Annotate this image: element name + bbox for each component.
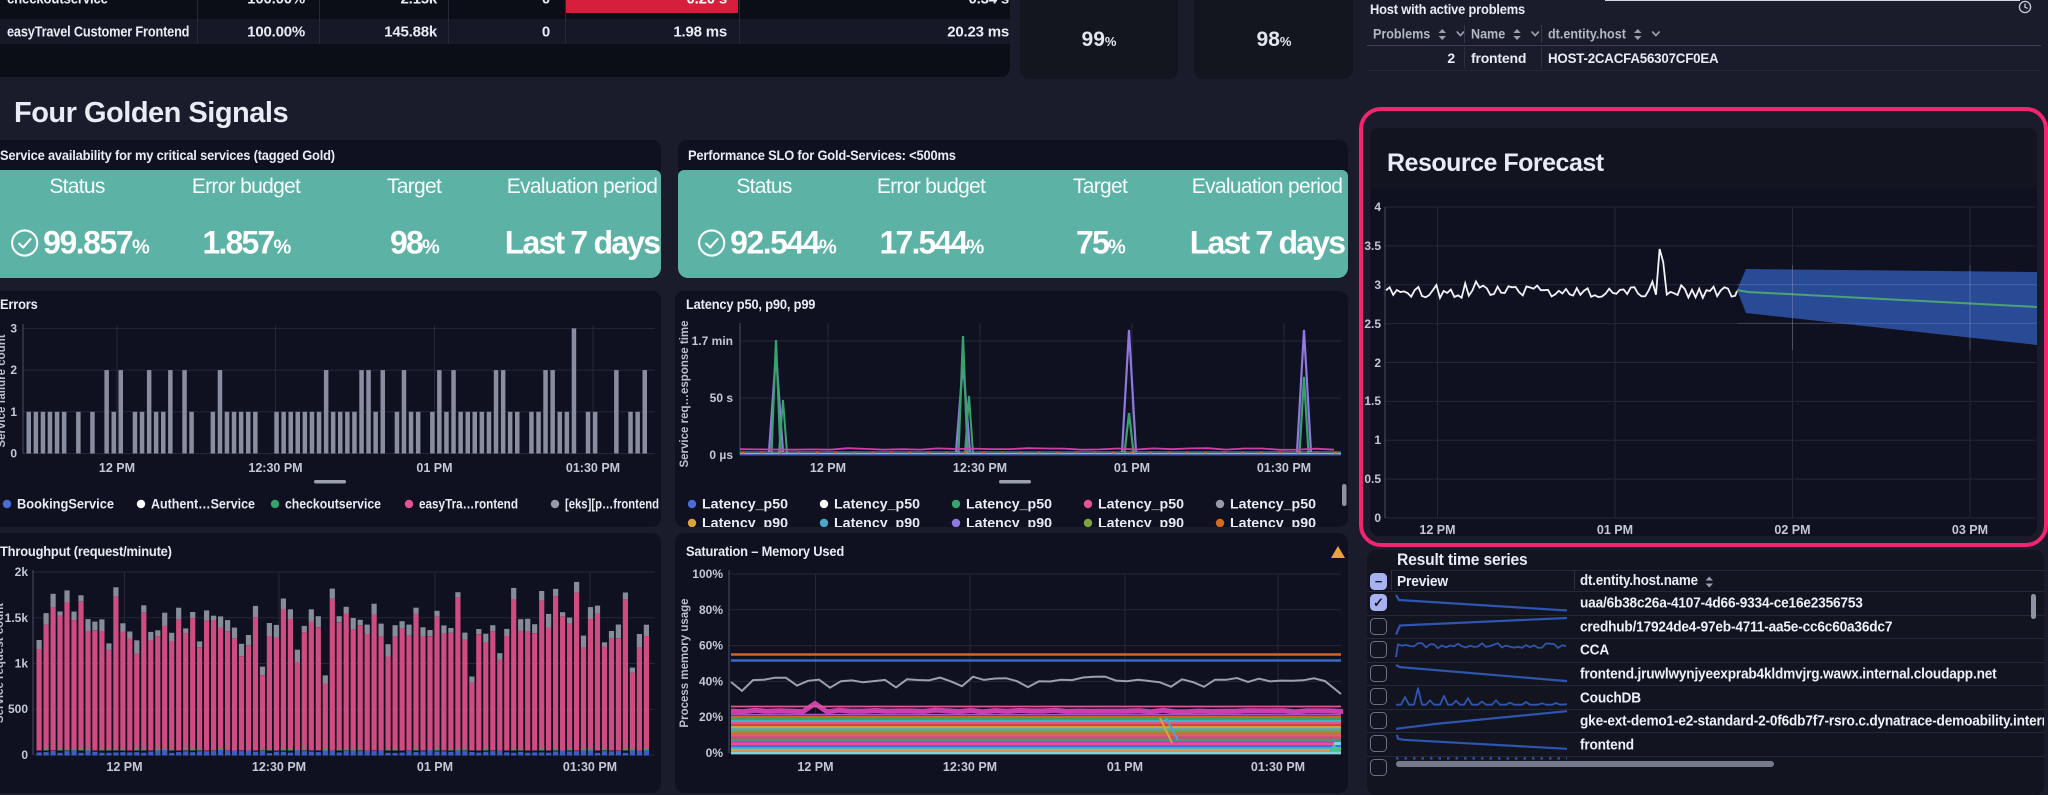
svg-text:50 s: 50 s xyxy=(710,391,734,405)
svg-text:01 PM: 01 PM xyxy=(416,461,452,475)
svg-text:Latency_p90: Latency_p90 xyxy=(702,516,788,528)
svg-text:12:30 PM: 12:30 PM xyxy=(953,461,1007,475)
svg-text:Latency_p50: Latency_p50 xyxy=(1098,497,1184,512)
svg-text:1.7 min: 1.7 min xyxy=(692,334,733,348)
svg-text:500: 500 xyxy=(8,702,28,716)
svg-text:1k: 1k xyxy=(15,657,29,671)
svg-text:Latency_p90: Latency_p90 xyxy=(1098,516,1184,528)
svg-text:[eks][p…frontend: [eks][p…frontend xyxy=(565,497,659,512)
svg-text:01 PM: 01 PM xyxy=(1107,760,1143,774)
svg-text:Latency_p50: Latency_p50 xyxy=(1230,497,1316,512)
svg-text:0: 0 xyxy=(21,748,28,762)
svg-text:2k: 2k xyxy=(15,565,29,579)
svg-text:Latency_p90: Latency_p90 xyxy=(834,516,920,528)
svg-text:01 PM: 01 PM xyxy=(1597,523,1633,536)
svg-text:3: 3 xyxy=(10,321,17,335)
svg-text:80%: 80% xyxy=(699,603,723,617)
svg-text:0 µs: 0 µs xyxy=(709,448,733,462)
svg-text:Latency_p50: Latency_p50 xyxy=(834,497,920,512)
svg-text:12:30 PM: 12:30 PM xyxy=(252,760,306,774)
svg-text:01 PM: 01 PM xyxy=(1114,461,1150,475)
svg-text:easyTra…rontend: easyTra…rontend xyxy=(419,497,518,512)
svg-text:1.5k: 1.5k xyxy=(5,611,29,625)
svg-text:12 PM: 12 PM xyxy=(99,461,135,475)
svg-text:40%: 40% xyxy=(699,674,723,688)
svg-text:01:30 PM: 01:30 PM xyxy=(1251,760,1305,774)
svg-text:12 PM: 12 PM xyxy=(1419,523,1455,536)
svg-text:01 PM: 01 PM xyxy=(417,760,453,774)
svg-text:1: 1 xyxy=(10,405,17,419)
svg-text:01:30 PM: 01:30 PM xyxy=(1257,461,1311,475)
svg-text:12:30 PM: 12:30 PM xyxy=(248,461,302,475)
svg-text:03 PM: 03 PM xyxy=(1952,523,1988,536)
svg-text:Latency_p90: Latency_p90 xyxy=(1230,516,1316,528)
svg-text:01:30 PM: 01:30 PM xyxy=(563,760,617,774)
svg-text:Latency_p50: Latency_p50 xyxy=(966,497,1052,512)
svg-text:12:30 PM: 12:30 PM xyxy=(943,760,997,774)
svg-text:Latency_p50: Latency_p50 xyxy=(702,497,788,512)
svg-text:20%: 20% xyxy=(699,710,723,724)
svg-text:12 PM: 12 PM xyxy=(106,760,142,774)
svg-text:01:30 PM: 01:30 PM xyxy=(566,461,620,475)
svg-text:BookingService: BookingService xyxy=(17,497,114,512)
svg-text:12 PM: 12 PM xyxy=(797,760,833,774)
svg-text:100%: 100% xyxy=(692,567,723,581)
svg-text:2: 2 xyxy=(10,363,17,377)
svg-text:0%: 0% xyxy=(706,746,724,760)
svg-text:Latency_p90: Latency_p90 xyxy=(966,516,1052,528)
svg-text:02 PM: 02 PM xyxy=(1774,523,1810,536)
svg-text:Authent…Service: Authent…Service xyxy=(151,497,255,512)
svg-text:12 PM: 12 PM xyxy=(810,461,846,475)
svg-text:0: 0 xyxy=(10,447,17,461)
svg-text:60%: 60% xyxy=(699,639,723,653)
svg-text:checkoutservice: checkoutservice xyxy=(285,497,381,512)
